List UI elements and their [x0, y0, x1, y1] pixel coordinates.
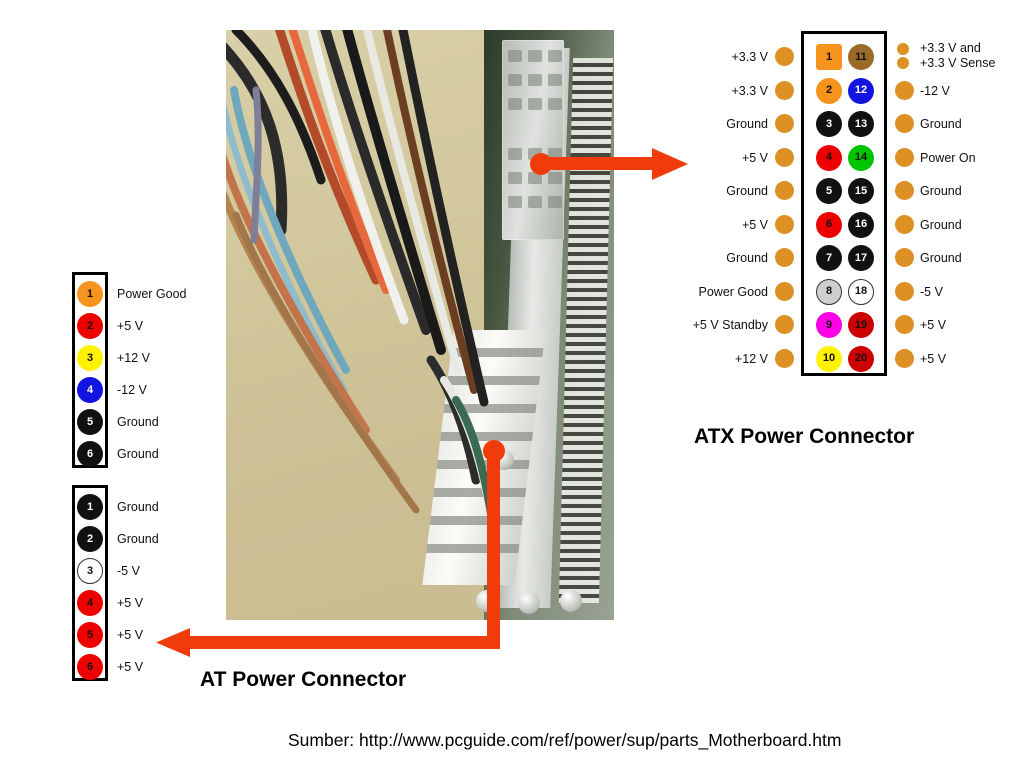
atx-right-label-15: Ground	[920, 184, 962, 198]
atx-title: ATX Power Connector	[694, 425, 915, 448]
atx-right-contact-17	[895, 248, 914, 267]
pin-18: 18	[848, 278, 874, 305]
atx-right-contact-11b	[897, 57, 909, 69]
atx-right-label-13: Ground	[920, 117, 962, 131]
at-p8-label-1: Power Good	[117, 287, 187, 301]
pin-12: 12	[848, 77, 874, 104]
pin-4: 4	[77, 590, 103, 616]
atx-left-contact-4	[775, 147, 794, 167]
atx-right-contact-20	[895, 348, 914, 368]
atx-left-label-1: +3.3 V	[731, 50, 769, 64]
at-p8-label-5: Ground	[117, 415, 159, 429]
at-p9-label-2: Ground	[117, 532, 159, 546]
at-p8-label-4: -12 V	[117, 383, 147, 397]
atx-left-contact-8	[775, 281, 794, 301]
pin-17: 17	[848, 245, 874, 271]
pin-3: 3	[816, 111, 842, 137]
at-p9-label-5: +5 V	[117, 628, 144, 642]
pin-14: 14	[848, 144, 874, 171]
pin-16: 16	[848, 211, 874, 238]
atx-right-label-20: +5 V	[920, 351, 947, 366]
pin-7: 7	[816, 245, 842, 271]
atx-left-contact-3	[775, 114, 794, 133]
photo-atx-connector	[502, 40, 564, 240]
at-p9-label-4: +5 V	[117, 596, 144, 610]
atx-right-contact-11a	[897, 43, 909, 55]
atx-pinbox	[801, 31, 887, 376]
atx-right-label-16: Ground	[920, 217, 962, 232]
at-p8-label-3: +12 V	[117, 351, 151, 365]
atx-right-contact-14	[895, 147, 914, 167]
pin-2: 2	[77, 526, 103, 552]
pin-8: 8	[816, 278, 842, 305]
photo-component	[518, 592, 540, 614]
pin-3: 3	[77, 345, 103, 371]
atx-left-label-5: Ground	[726, 184, 768, 198]
pin-5: 5	[816, 178, 842, 204]
atx-left-label-10: +12 V	[734, 351, 768, 366]
atx-left-contact-6	[775, 214, 794, 234]
at-p9-label-3: -5 V	[117, 564, 140, 578]
atx-left-label-8: Power Good	[698, 284, 768, 299]
atx-left-contact-9	[775, 315, 794, 334]
atx-right-contact-16	[895, 214, 914, 234]
atx-right-label-19: +5 V	[920, 318, 947, 332]
pin-6: 6	[77, 654, 103, 680]
source-credit: Sumber: http://www.pcguide.com/ref/power…	[288, 730, 842, 750]
at-p8-label-2: +5 V	[117, 319, 144, 333]
pin-2: 2	[816, 77, 842, 104]
atx-right-label-11-line2: +3.3 V Sense	[920, 56, 996, 70]
atx-right-contact-12	[895, 80, 914, 100]
slide-canvas: 1 Power Good 2 +5 V 3 +12 V 4 -12 V 5 Ground 6 Grou…	[0, 0, 1024, 768]
pin-5: 5	[77, 409, 103, 435]
motherboard-photo	[226, 30, 614, 620]
pin-2: 2	[77, 313, 103, 339]
atx-left-contact-5	[775, 181, 794, 200]
photo-component	[494, 450, 514, 470]
atx-left-label-7: Ground	[726, 251, 768, 265]
atx-left-label-9: +5 V Standby	[692, 318, 768, 332]
atx-left-label-6: +5 V	[741, 217, 768, 232]
photo-component	[476, 590, 498, 612]
pin-19: 19	[848, 312, 874, 338]
atx-left-contact-1	[775, 47, 794, 66]
pin-10: 10	[816, 345, 842, 372]
pin-15: 15	[848, 178, 874, 204]
atx-right-label-11-line1: +3.3 V and	[920, 41, 981, 55]
atx-right-label-17: Ground	[920, 251, 962, 265]
atx-right-contact-18	[895, 281, 914, 301]
pin-11: 11	[848, 44, 874, 70]
pin-4: 4	[816, 144, 842, 171]
pin-1: 1	[816, 44, 842, 70]
at-title: AT Power Connector	[200, 668, 407, 691]
atx-right-label-14: Power On	[920, 150, 976, 165]
atx-left-contact-2	[775, 80, 794, 100]
atx-right-label-18: -5 V	[920, 284, 943, 299]
atx-left-contact-7	[775, 248, 794, 267]
atx-left-contact-10	[775, 348, 794, 368]
pin-6: 6	[77, 441, 103, 467]
atx-left-label-3: Ground	[726, 117, 768, 131]
pin-1: 1	[77, 281, 103, 307]
at-p9-label-1: Ground	[117, 500, 159, 514]
atx-left-label-4: +5 V	[741, 150, 768, 165]
pin-13: 13	[848, 111, 874, 137]
atx-right-contact-19	[895, 315, 914, 334]
atx-right-label-12: -12 V	[920, 83, 950, 98]
pin-5: 5	[77, 622, 103, 648]
pin-4: 4	[77, 377, 103, 403]
at-p9-label-6: +5 V	[117, 660, 144, 674]
atx-right-contact-15	[895, 181, 914, 200]
pin-6: 6	[816, 211, 842, 238]
pin-9: 9	[816, 312, 842, 338]
pin-3: 3	[77, 558, 103, 584]
pin-20: 20	[848, 345, 874, 372]
pin-1: 1	[77, 494, 103, 520]
atx-left-label-2: +3.3 V	[731, 83, 769, 98]
photo-component	[560, 590, 582, 612]
at-p8-label-6: Ground	[117, 447, 159, 461]
atx-right-contact-13	[895, 114, 914, 133]
